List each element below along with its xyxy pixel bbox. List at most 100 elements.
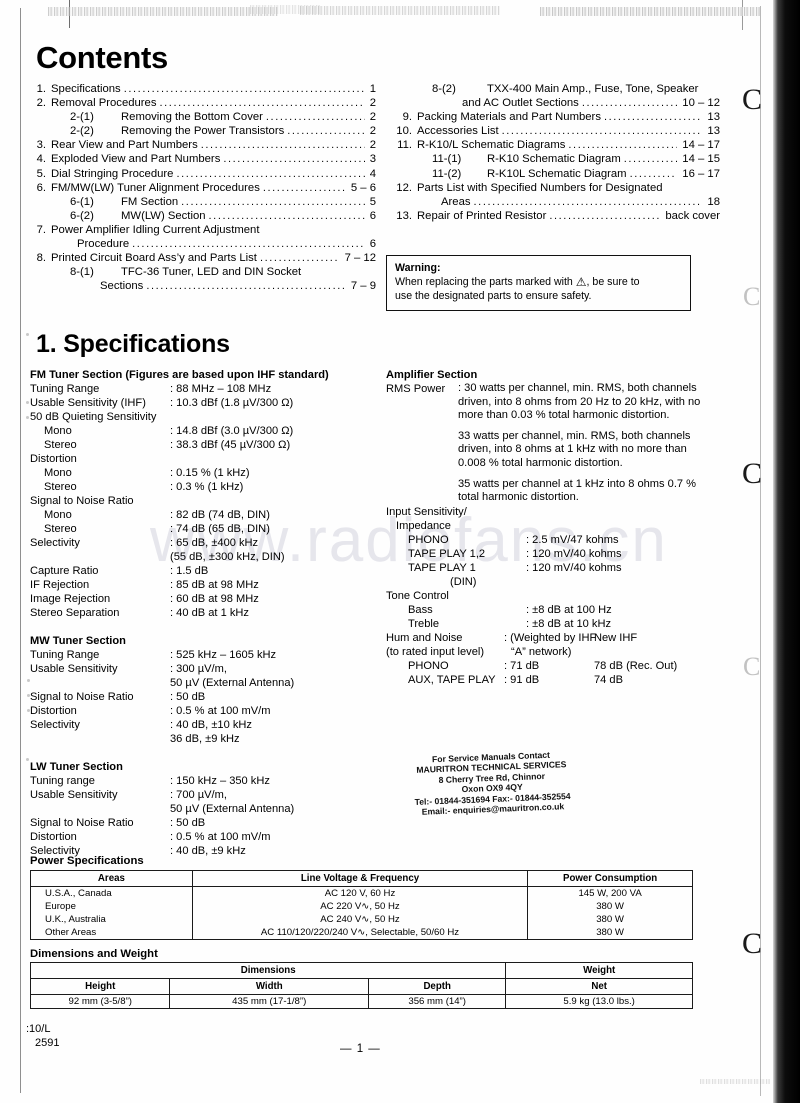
toc-entry[interactable]: Procedure...............................… bbox=[26, 237, 376, 251]
scan-noise-band bbox=[540, 7, 760, 16]
toc-entry-page: 7 – 9 bbox=[350, 280, 376, 293]
toc-leader-dots: ........................................… bbox=[200, 139, 365, 152]
toc-entry[interactable]: 6-(1) FM Section.........................… bbox=[26, 195, 376, 209]
tone-value: : ±8 dB at 100 Hz bbox=[526, 603, 612, 616]
toc-leader-dots: ........................................… bbox=[262, 181, 346, 194]
toc-entry-label: Printed Circuit Board Ass’y and Parts Li… bbox=[51, 252, 257, 265]
binding-hole-mark: C bbox=[742, 83, 763, 116]
binding-hole-mark: C bbox=[742, 457, 763, 490]
toc-entry[interactable]: 11-(1) R-K10 Schematic Diagram...........… bbox=[390, 152, 720, 166]
tone-label: Treble bbox=[408, 617, 440, 630]
toc-entry[interactable]: 8. Printed Circuit Board Ass’y and Parts … bbox=[26, 251, 376, 265]
column-header: Width bbox=[169, 978, 369, 995]
toc-entry[interactable]: 9. Packing Materials and Part Numbers....… bbox=[390, 110, 720, 124]
spec-label: Distortion bbox=[30, 705, 77, 717]
toc-leader-dots: ........................................… bbox=[568, 139, 677, 152]
spec-value: : 10.3 dBf (1.8 µV/300 Ω) bbox=[170, 397, 294, 409]
spec-row: Distortion: 0.5 % at 100 mV/m bbox=[30, 704, 382, 718]
spec-label: Distortion bbox=[30, 453, 77, 465]
tone-value: : ±8 dB at 10 kHz bbox=[526, 617, 612, 630]
spec-value: : 82 dB (74 dB, DIN) bbox=[170, 509, 270, 521]
toc-entry[interactable]: Sections................................… bbox=[26, 279, 376, 293]
table-cell: Other Areas bbox=[30, 926, 193, 940]
toc-entry-page: 5 – 6 bbox=[350, 181, 376, 194]
toc-entry[interactable]: 4. Exploded View and Part Numbers........… bbox=[26, 152, 376, 166]
toc-entry-number: 3. bbox=[36, 139, 46, 152]
toc-entry[interactable]: 7. Power Amplifier Idling Current Adjustm… bbox=[26, 223, 376, 237]
input-label: TAPE PLAY 1 bbox=[408, 561, 476, 574]
toc-entry-page: back cover bbox=[665, 209, 720, 222]
input-sensitivity-row: TAPE PLAY 1: 120 mV/40 kohms bbox=[386, 561, 716, 575]
toc-entry-page: 7 – 12 bbox=[344, 252, 376, 265]
toc-entry[interactable]: 11. R-K10/L Schematic Diagrams...........… bbox=[390, 138, 720, 152]
toc-entry[interactable]: 2-(1) Removing the Bottom Cover..........… bbox=[26, 110, 376, 124]
toc-entry-page: 3 bbox=[369, 153, 376, 166]
spec-value: : 700 µV/m, bbox=[170, 789, 227, 801]
input-label: TAPE PLAY 1,2 bbox=[408, 547, 486, 560]
toc-entry[interactable]: 10. Accessories List.....................… bbox=[390, 124, 720, 138]
binding-hole-mark: C bbox=[743, 282, 761, 311]
toc-entry-number: 10. bbox=[396, 125, 412, 138]
scan-noise-band bbox=[300, 6, 500, 15]
spec-column-left: FM Tuner Section (Figures are based upon… bbox=[30, 368, 382, 858]
toc-entry[interactable]: 3. Rear View and Part Numbers............… bbox=[26, 138, 376, 152]
spec-label: IF Rejection bbox=[30, 579, 90, 591]
toc-entry[interactable]: Areas...................................… bbox=[390, 195, 720, 209]
spec-label: Tuning range bbox=[30, 775, 95, 787]
toc-entry[interactable]: 2. Removal Procedures....................… bbox=[26, 96, 376, 110]
spec-value: : 0.5 % at 100 mV/m bbox=[170, 831, 271, 843]
toc-entry-label: TFC-36 Tuner, LED and DIN Socket bbox=[121, 266, 302, 279]
dimensions-and-weight-table: Dimensions Weight Height Width Depth Net 92 mm… bbox=[29, 962, 693, 1009]
table-row: U.S.A., Canada AC 120 V, 60 Hz 145 W, 200 … bbox=[30, 886, 693, 900]
toc-entry-label: Packing Materials and Part Numbers bbox=[417, 111, 601, 124]
toc-entry[interactable]: 1. Specifications........................… bbox=[26, 82, 376, 96]
toc-entry[interactable]: 11-(2) R-K10L Schematic Diagram..........… bbox=[390, 167, 720, 181]
toc-entry-label: Procedure bbox=[77, 238, 130, 251]
table-cell: 380 W bbox=[527, 900, 693, 913]
toc-entry-subnumber: 8-(2) bbox=[432, 83, 456, 95]
toc-entry[interactable]: 5. Dial Stringing Procedure..............… bbox=[26, 167, 376, 181]
toc-leader-dots: ........................................… bbox=[603, 111, 702, 124]
toc-entry[interactable]: 8-(2) TXX-400 Main Amp., Fuse, Tone, Spea… bbox=[390, 82, 720, 96]
spec-row: Signal to Noise Ratio bbox=[30, 494, 382, 508]
table-cell: 92 mm (3-5/8”) bbox=[29, 994, 171, 1009]
toc-entry-number: 11. bbox=[397, 139, 412, 152]
spec-value: : 74 dB (65 dB, DIN) bbox=[170, 523, 270, 535]
warning-title: Warning: bbox=[395, 262, 441, 274]
hum-row-value-ihf: : 71 dB bbox=[504, 659, 540, 672]
toc-entry[interactable]: 8-(1) TFC-36 Tuner, LED and DIN Socket bbox=[26, 265, 376, 279]
toc-leader-dots: ........................................… bbox=[223, 153, 364, 166]
toc-entry-label: R-K10/L Schematic Diagrams bbox=[417, 139, 566, 152]
spec-value bbox=[170, 494, 382, 508]
scan-noise-band bbox=[48, 7, 278, 16]
section-heading-specifications: 1. Specifications bbox=[36, 330, 230, 358]
toc-entry[interactable]: 2-(2) Removing the Power Transistors.....… bbox=[26, 124, 376, 138]
toc-entry-page: 5 bbox=[369, 195, 376, 208]
toc-entry[interactable]: 6-(2) MW(LW) Section.....................… bbox=[26, 209, 376, 223]
toc-entry[interactable]: 12. Parts List with Specified Numbers for… bbox=[390, 181, 720, 195]
toc-entry[interactable]: and AC Outlet Sections..................… bbox=[390, 96, 720, 110]
spec-label: Stereo bbox=[44, 481, 77, 493]
spec-row: Signal to Noise Ratio: 50 dB bbox=[30, 690, 382, 704]
input-sensitivity-row: (DIN) bbox=[386, 575, 716, 589]
table-row: U.K., Australia AC 240 V∿, 50 Hz 380 W bbox=[30, 913, 693, 926]
toc-leader-dots: ........................................… bbox=[259, 252, 340, 265]
spec-label: Selectivity bbox=[30, 537, 80, 549]
toc-entry-page: 18 bbox=[707, 195, 720, 208]
column-header: Net bbox=[505, 978, 693, 995]
spec-row: Capture Ratio: 1.5 dB bbox=[30, 564, 382, 578]
toc-entry[interactable]: 6. FM/MW(LW) Tuner Alignment Procedures..… bbox=[26, 181, 376, 195]
spec-row: Signal to Noise Ratio: 50 dB bbox=[30, 816, 382, 830]
spec-value: : 14.8 dBf (3.0 µV/300 Ω) bbox=[170, 425, 294, 437]
spec-label: Stereo bbox=[44, 439, 77, 451]
toc-leader-dots: ........................................… bbox=[208, 209, 365, 222]
toc-entry-label: Sections bbox=[100, 280, 144, 293]
toc-entry-label: FM Section bbox=[121, 195, 179, 208]
toc-entry[interactable]: 13. Repair of Printed Resistor...........… bbox=[390, 209, 720, 223]
table-of-contents-column-2: 8-(2) TXX-400 Main Amp., Fuse, Tone, Spea… bbox=[390, 82, 720, 223]
toc-entry-label: Specifications bbox=[51, 83, 121, 95]
spec-value: : 0.3 % (1 kHz) bbox=[170, 481, 244, 493]
toc-entry-label: Dial Stringing Procedure bbox=[51, 167, 174, 180]
toc-entry-number: 6. bbox=[36, 181, 46, 194]
